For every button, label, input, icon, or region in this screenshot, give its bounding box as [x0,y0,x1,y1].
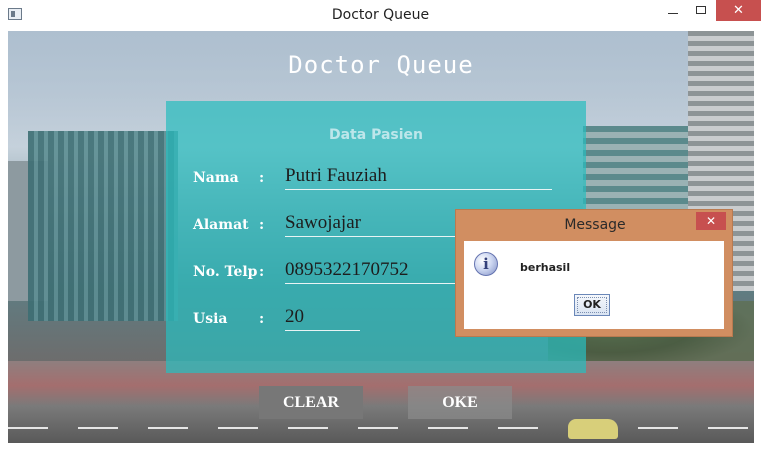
background-ground [8,361,754,443]
background-building [28,131,178,321]
name-field[interactable]: Putri Fauziah [285,165,387,187]
window-title: Doctor Queue [331,7,430,23]
oke-button[interactable]: OKE [408,386,512,419]
dialog-body: i berhasil OK [464,241,724,329]
phone-colon: : [259,264,265,280]
info-icon: i [474,252,498,276]
message-dialog: Message ✕ i berhasil OK [455,209,733,337]
address-field[interactable]: Sawojajar [285,212,361,234]
name-field-underline [285,189,552,190]
age-colon: : [259,311,265,327]
name-colon: : [259,170,265,186]
dialog-close-button[interactable]: ✕ [696,212,726,230]
dialog-message: berhasil [520,261,571,274]
age-field-underline [285,330,360,331]
maximize-button[interactable] [687,0,717,22]
phone-field[interactable]: 0895322170752 [285,259,409,281]
name-label: Nama [193,170,239,186]
background-car [568,419,618,439]
minimize-button[interactable] [658,0,688,22]
close-button[interactable]: ✕ [716,0,761,21]
address-colon: : [259,217,265,233]
age-label: Usia [193,311,228,327]
background-road-line [8,427,754,429]
age-field[interactable]: 20 [285,306,304,328]
window-bottom-edge [0,443,761,451]
window-titlebar: Doctor Queue ✕ [0,0,761,31]
phone-label: No. Telp [193,264,258,280]
panel-title: Data Pasien [328,127,423,143]
address-label: Alamat [193,217,249,233]
clear-button[interactable]: CLEAR [259,386,363,419]
dialog-ok-button[interactable]: OK [574,294,610,316]
app-heading: Doctor Queue [288,51,474,79]
dialog-title: Message [564,217,626,233]
